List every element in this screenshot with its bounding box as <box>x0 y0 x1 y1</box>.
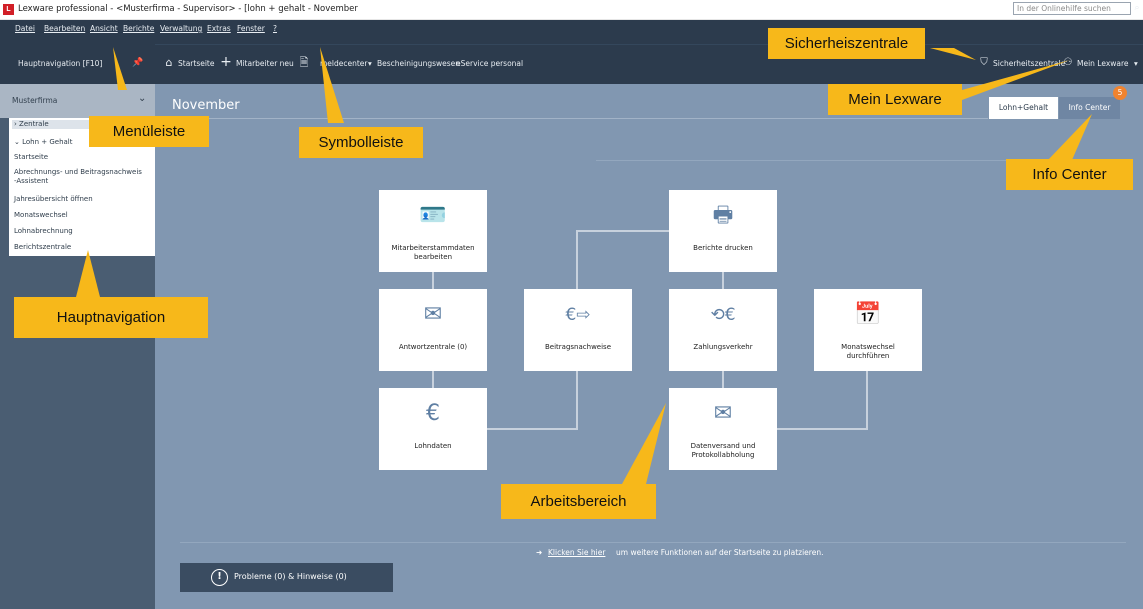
callout-pointer <box>320 47 344 123</box>
callout-symbolleiste: Symbolleiste <box>299 127 423 158</box>
callout-menueleiste: Menüleiste <box>89 116 209 147</box>
callout-mein-lexware: Mein Lexware <box>828 84 962 115</box>
callout-info-center: Info Center <box>1006 159 1133 190</box>
callout-hauptnavigation: Hauptnavigation <box>14 297 208 338</box>
callout-arbeitsbereich: Arbeitsbereich <box>501 484 656 519</box>
callout-pointer <box>622 403 666 484</box>
callout-pointer <box>76 250 100 297</box>
callout-sicherheitszentrale: Sicherheiszentrale <box>768 28 925 59</box>
callout-pointer <box>930 48 976 60</box>
callout-pointer <box>1048 114 1092 160</box>
callout-pointer <box>962 60 1070 100</box>
callout-pointer <box>113 47 127 90</box>
